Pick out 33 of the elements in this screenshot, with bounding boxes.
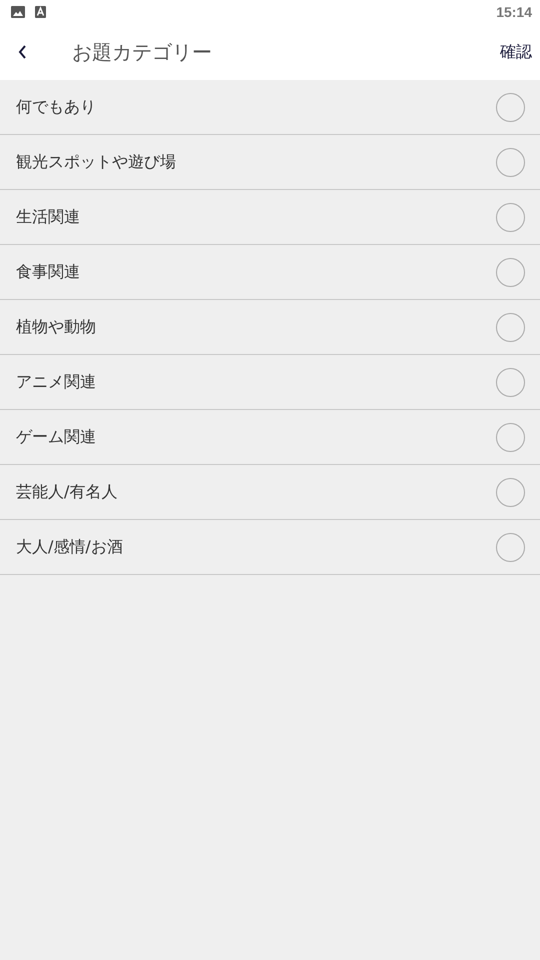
back-icon[interactable] xyxy=(17,44,27,60)
radio-button[interactable] xyxy=(496,92,525,122)
category-label: 何でもあり xyxy=(16,96,96,118)
category-label: 観光スポットや遊び場 xyxy=(16,152,176,172)
category-item[interactable]: 観光スポットや遊び場 xyxy=(0,135,540,190)
radio-button[interactable] xyxy=(496,258,525,286)
category-label: 生活関連 xyxy=(16,206,80,228)
category-label: 食事関連 xyxy=(16,262,80,282)
category-item[interactable]: 植物や動物 xyxy=(0,300,540,355)
radio-button[interactable] xyxy=(496,312,525,342)
radio-button[interactable] xyxy=(496,532,525,562)
category-item[interactable]: 食事関連 xyxy=(0,245,540,300)
confirm-button[interactable]: 確認 xyxy=(500,38,532,66)
category-item[interactable]: 何でもあり xyxy=(0,80,540,135)
radio-button[interactable] xyxy=(496,148,525,176)
radio-button[interactable] xyxy=(496,422,525,452)
category-item[interactable]: アニメ関連 xyxy=(0,355,540,410)
radio-button[interactable] xyxy=(496,368,525,396)
font-icon xyxy=(35,6,46,18)
radio-button[interactable] xyxy=(496,202,525,232)
category-label: 大人/感情/お酒 xyxy=(16,536,123,558)
category-label: ゲーム関連 xyxy=(16,426,96,448)
category-item[interactable]: 芸能人/有名人 xyxy=(0,465,540,520)
category-label: 植物や動物 xyxy=(16,316,96,338)
screen-title: お題カテゴリー xyxy=(72,38,213,66)
category-item[interactable]: 生活関連 xyxy=(0,190,540,245)
category-item[interactable]: 大人/感情/お酒 xyxy=(0,520,540,575)
category-label: アニメ関連 xyxy=(16,372,96,392)
status-time: 15:14 xyxy=(496,4,532,20)
radio-button[interactable] xyxy=(496,478,525,506)
image-icon xyxy=(11,6,25,18)
category-label: 芸能人/有名人 xyxy=(16,482,118,502)
category-item[interactable]: ゲーム関連 xyxy=(0,410,540,465)
